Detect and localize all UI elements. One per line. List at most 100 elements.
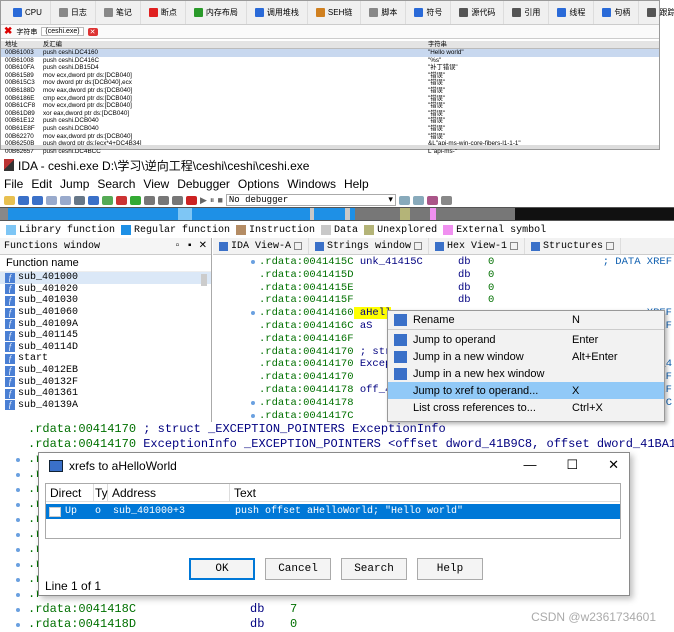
debugger-tab[interactable]: 调用堆栈: [247, 1, 308, 24]
function-list-item[interactable]: f sub_40114D: [0, 342, 211, 354]
copy-icon[interactable]: [46, 195, 57, 205]
paste-icon[interactable]: [60, 195, 71, 205]
search-icon[interactable]: [74, 195, 85, 205]
context-menu-item[interactable]: Jump to operand Enter: [388, 331, 664, 348]
menu-item-help[interactable]: Help: [344, 177, 369, 191]
record-icon[interactable]: [116, 195, 127, 205]
tab-ida-view-a[interactable]: IDA View-A: [213, 238, 310, 254]
col-direction[interactable]: Direct: [46, 484, 94, 501]
menu-item-file[interactable]: File: [4, 177, 23, 191]
window-controls[interactable]: ▫ ▪ ✕: [175, 240, 207, 252]
tab-hex-view-1[interactable]: Hex View-1: [429, 238, 526, 254]
table-row[interactable]: 00B615C3 mov dword ptr ds:[DCB040],ecx "错误…: [1, 79, 659, 87]
debugger-tab[interactable]: 内存布局: [186, 1, 247, 24]
menu-item-view[interactable]: View: [143, 177, 169, 191]
menu-item-jump[interactable]: Jump: [60, 177, 89, 191]
function-list-item[interactable]: f sub_40139A: [0, 400, 211, 412]
open-icon[interactable]: [4, 195, 15, 205]
close-tab-icon[interactable]: [294, 242, 303, 250]
debugger-tab[interactable]: 脚本: [361, 1, 407, 24]
context-menu-item[interactable]: List cross references to... Ctrl+X: [388, 399, 664, 416]
strings-subtab-label[interactable]: (ceshi.exe): [41, 27, 84, 36]
menu-item-debugger[interactable]: Debugger: [177, 177, 230, 191]
stop-icon[interactable]: ■: [217, 195, 222, 205]
table-row[interactable]: 00B61589 mov ecx,dword ptr ds:[DCB040] "错误…: [1, 72, 659, 80]
table-row[interactable]: 00B61003 push ceshi.DC4160 "Hello world": [1, 49, 659, 57]
func-icon[interactable]: [158, 195, 169, 205]
debugger-tab[interactable]: 线程: [549, 1, 595, 24]
code-line[interactable]: .rdata:00414170 ExceptionInfo _EXCEPTION…: [0, 437, 674, 452]
function-list-item[interactable]: f sub_401361: [0, 388, 211, 400]
hex-view-icon[interactable]: [426, 195, 438, 205]
context-menu-item[interactable]: Jump in a new hex window: [388, 365, 664, 382]
col-address[interactable]: Address: [108, 484, 230, 501]
back-icon[interactable]: [18, 195, 29, 205]
ok-button[interactable]: OK: [189, 558, 255, 580]
close-tab-icon[interactable]: [414, 242, 423, 250]
close-red-icon[interactable]: [186, 195, 197, 205]
function-list-item[interactable]: f sub_401000: [0, 272, 211, 284]
table-row[interactable]: 00B62270 mov eax,dword ptr ds:[DCB040] "错误…: [1, 133, 659, 141]
function-list-item[interactable]: f sub_401145: [0, 330, 211, 342]
debugger-tab[interactable]: 跟踪: [639, 1, 674, 24]
maximize-icon[interactable]: ☐: [566, 457, 578, 473]
function-list-item[interactable]: f sub_401060: [0, 307, 211, 319]
forward-icon[interactable]: [32, 195, 43, 205]
search-button[interactable]: Search: [341, 558, 407, 580]
pause-icon[interactable]: ⏸: [210, 195, 215, 206]
column-header[interactable]: 反汇编: [39, 41, 424, 48]
debugger-select[interactable]: No debugger ▾: [225, 194, 396, 206]
debug-options-icon[interactable]: [398, 195, 410, 205]
horizontal-scrollbar[interactable]: [1, 145, 659, 149]
debugger-tab[interactable]: 笔记: [96, 1, 141, 24]
debugger-tab[interactable]: SEH链: [308, 1, 362, 24]
tab-strings-window[interactable]: Strings window: [309, 238, 430, 254]
code-line[interactable]: .rdata:00414170 ; struct _EXCEPTION_POIN…: [0, 422, 674, 437]
col-type[interactable]: Ty: [94, 484, 108, 501]
vertical-scrollbar[interactable]: [201, 274, 207, 286]
function-list-item[interactable]: f sub_40109A: [0, 318, 211, 330]
attach-icon[interactable]: [412, 195, 424, 205]
function-list-item[interactable]: f sub_401030: [0, 295, 211, 307]
table-row[interactable]: 00B61CF8 mov ecx,dword ptr ds:[DCB040] "错误…: [1, 102, 659, 110]
code-line[interactable]: .rdata:0041415D db 0: [213, 269, 674, 282]
tab-structures[interactable]: Structures: [525, 238, 622, 254]
close-tab-icon[interactable]: ✕: [87, 27, 98, 36]
strings-subtab-prefix[interactable]: 字符串: [16, 27, 37, 37]
close-tab-icon[interactable]: [510, 242, 519, 250]
graph-icon[interactable]: [102, 195, 113, 205]
xref-row[interactable]: Up o sub_401000+3 push offset aHelloWorl…: [46, 504, 620, 519]
debugger-tab[interactable]: 日志: [51, 1, 96, 24]
table-row[interactable]: 00B6186E cmp ecx,dword ptr ds:[DCB040] "错误…: [1, 95, 659, 103]
debugger-tab[interactable]: 源代码: [451, 1, 505, 24]
menu-item-search[interactable]: Search: [97, 177, 135, 191]
table-row[interactable]: 00B610FA push ceshi.DB15D4 "补丁错误": [1, 64, 659, 72]
function-name-column[interactable]: Function name: [0, 255, 211, 272]
debugger-tab[interactable]: CPU: [5, 1, 51, 24]
minimize-icon[interactable]: —: [523, 457, 536, 473]
close-tab-icon[interactable]: [606, 242, 615, 250]
function-list-item[interactable]: f sub_40132F: [0, 376, 211, 388]
context-menu-item[interactable]: Rename N: [388, 311, 664, 328]
context-menu-item[interactable]: Jump to xref to operand... X: [388, 382, 664, 399]
menu-item-options[interactable]: Options: [238, 177, 279, 191]
code-line[interactable]: .rdata:0041415E db 0: [213, 282, 674, 295]
table-row[interactable]: 00B6188D mov eax,dword ptr ds:[DCB040] "错误…: [1, 87, 659, 95]
close-icon[interactable]: ✕: [608, 457, 619, 473]
navigation-band[interactable]: [0, 207, 674, 221]
menu-item-windows[interactable]: Windows: [287, 177, 336, 191]
debugger-tab[interactable]: 符号: [406, 1, 452, 24]
debugger-tab[interactable]: 断点: [141, 1, 186, 24]
function-list-item[interactable]: f sub_4012EB: [0, 365, 211, 377]
column-header[interactable]: 地址: [1, 41, 39, 48]
table-row[interactable]: 00B61E8F push ceshi.DCB040 "错误": [1, 125, 659, 133]
cancel-button[interactable]: Cancel: [265, 558, 331, 580]
code-line[interactable]: .rdata:0041415F db 0: [213, 294, 674, 307]
context-menu-item[interactable]: Jump in a new window Alt+Enter: [388, 348, 664, 365]
help-button[interactable]: Help: [417, 558, 483, 580]
down-icon[interactable]: [88, 195, 99, 205]
table-row[interactable]: 00B61E12 push ceshi.DCB040 "错误": [1, 117, 659, 125]
code-line[interactable]: .rdata:0041415C unk_41415C db 0 ; DATA XREF: [213, 256, 674, 269]
breakpoints-icon[interactable]: [440, 195, 452, 205]
debugger-tab[interactable]: 句柄: [594, 1, 640, 24]
